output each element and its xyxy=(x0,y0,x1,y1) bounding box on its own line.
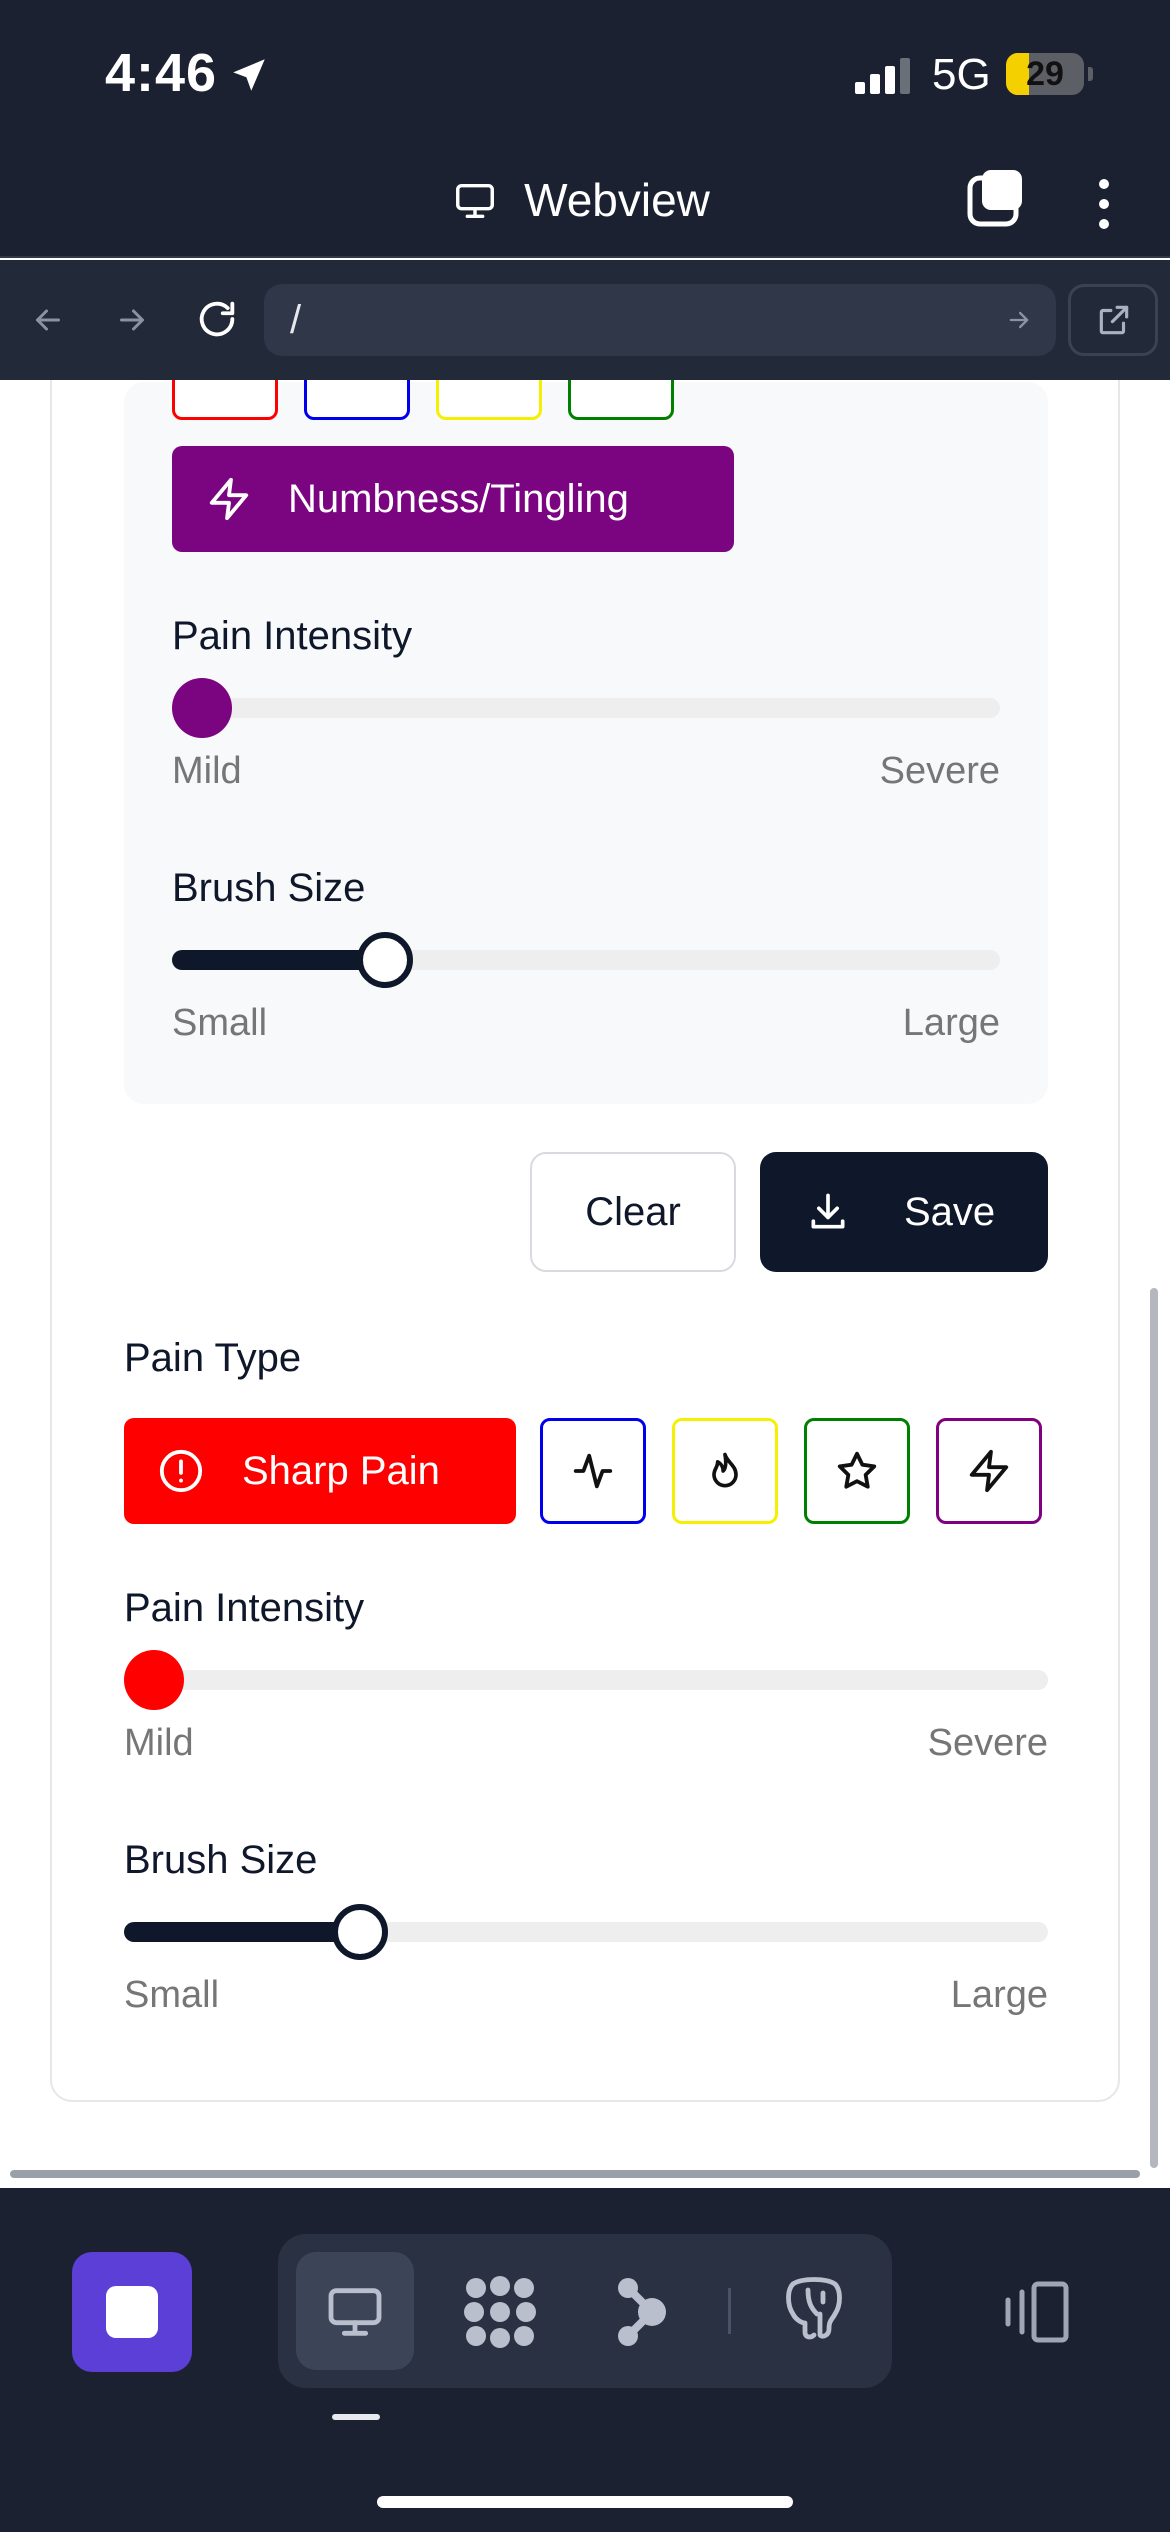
pain-type-numbness-selected[interactable]: Numbness/Tingling xyxy=(172,446,734,552)
brush-slider-thumb[interactable] xyxy=(357,932,414,988)
forward-arrow-icon[interactable] xyxy=(112,302,152,343)
severe-label: Severe xyxy=(927,1722,1048,1764)
horizontal-scrollbar[interactable] xyxy=(10,2170,1140,2178)
selected-type-label: Sharp Pain xyxy=(242,1448,440,1493)
mild-label: Mild xyxy=(124,1722,194,1764)
intensity-slider-thumb[interactable] xyxy=(172,678,232,738)
pain-type-aching-button[interactable] xyxy=(804,1418,910,1524)
battery-icon: 29 xyxy=(1006,53,1084,95)
mild-label: Mild xyxy=(172,750,242,792)
brush-size-label: Brush Size xyxy=(172,866,366,910)
brush-slider-thumb[interactable] xyxy=(332,1904,389,1960)
stop-square-icon xyxy=(106,2286,158,2338)
device-rotate-icon[interactable] xyxy=(1000,2280,1072,2349)
large-label: Large xyxy=(950,1974,1048,2016)
active-indicator xyxy=(332,2414,380,2420)
save-button[interactable]: Save xyxy=(760,1152,1048,1272)
battery-level: 29 xyxy=(1026,55,1064,93)
monitor-icon xyxy=(452,178,498,229)
pain-intensity-label: Pain Intensity xyxy=(172,614,413,658)
star-icon xyxy=(834,1448,880,1494)
reload-icon[interactable] xyxy=(194,296,240,347)
intensity-slider-track[interactable] xyxy=(172,698,1000,718)
intensity-slider-track[interactable] xyxy=(124,1670,1048,1690)
save-label: Save xyxy=(904,1190,996,1234)
home-indicator[interactable] xyxy=(377,2496,793,2508)
large-label: Large xyxy=(902,1002,1000,1044)
grid-dots-icon[interactable] xyxy=(462,2274,538,2355)
clear-label: Clear xyxy=(585,1190,681,1234)
brush-slider-fill xyxy=(124,1922,361,1942)
elephant-icon[interactable] xyxy=(778,2272,850,2355)
pain-type-sharp-selected[interactable]: Sharp Pain xyxy=(124,1418,516,1524)
status-time: 4:46 xyxy=(105,43,218,103)
external-link-icon xyxy=(1095,301,1133,344)
intensity-slider-thumb[interactable] xyxy=(124,1650,184,1710)
stop-button[interactable] xyxy=(72,2252,192,2372)
location-arrow-icon xyxy=(228,54,270,101)
vertical-scrollbar[interactable] xyxy=(1150,1288,1158,2168)
monitor-icon[interactable] xyxy=(322,2280,388,2349)
pain-type-label: Pain Type xyxy=(124,1336,302,1380)
pain-intensity-label: Pain Intensity xyxy=(124,1586,365,1630)
download-icon xyxy=(806,1190,850,1244)
flame-icon xyxy=(703,1448,747,1494)
open-external-button[interactable] xyxy=(1068,284,1158,356)
zap-icon xyxy=(206,476,252,522)
severe-label: Severe xyxy=(879,750,1000,792)
url-bar[interactable]: / xyxy=(264,284,1056,356)
dock-separator xyxy=(728,2288,731,2334)
app-header: Webview xyxy=(0,140,1170,258)
back-arrow-icon[interactable] xyxy=(28,302,68,343)
zap-icon xyxy=(966,1448,1012,1494)
pain-type-label: Numbness/Tingling xyxy=(288,476,629,521)
activity-icon xyxy=(570,1448,616,1494)
small-label: Small xyxy=(124,1974,220,2016)
alert-circle-icon xyxy=(158,1448,204,1494)
go-arrow-icon[interactable] xyxy=(1004,306,1034,339)
battery-cap xyxy=(1088,67,1093,81)
network-type: 5G xyxy=(932,50,991,99)
graph-icon[interactable] xyxy=(614,2276,670,2353)
url-text[interactable]: / xyxy=(290,284,301,356)
tabs-icon[interactable] xyxy=(966,166,1028,233)
brush-slider-fill xyxy=(172,950,386,970)
pain-type-burning-button[interactable] xyxy=(672,1418,778,1524)
brush-size-label: Brush Size xyxy=(124,1838,318,1882)
small-label: Small xyxy=(172,1002,268,1044)
signal-bars-icon xyxy=(855,58,915,99)
clear-button[interactable]: Clear xyxy=(530,1152,736,1272)
pain-type-numbness-button[interactable] xyxy=(936,1418,1042,1524)
pain-type-throbbing-button[interactable] xyxy=(540,1418,646,1524)
status-bar: 4:46 5G 29 xyxy=(0,0,1170,140)
more-vertical-icon[interactable] xyxy=(1090,176,1118,237)
